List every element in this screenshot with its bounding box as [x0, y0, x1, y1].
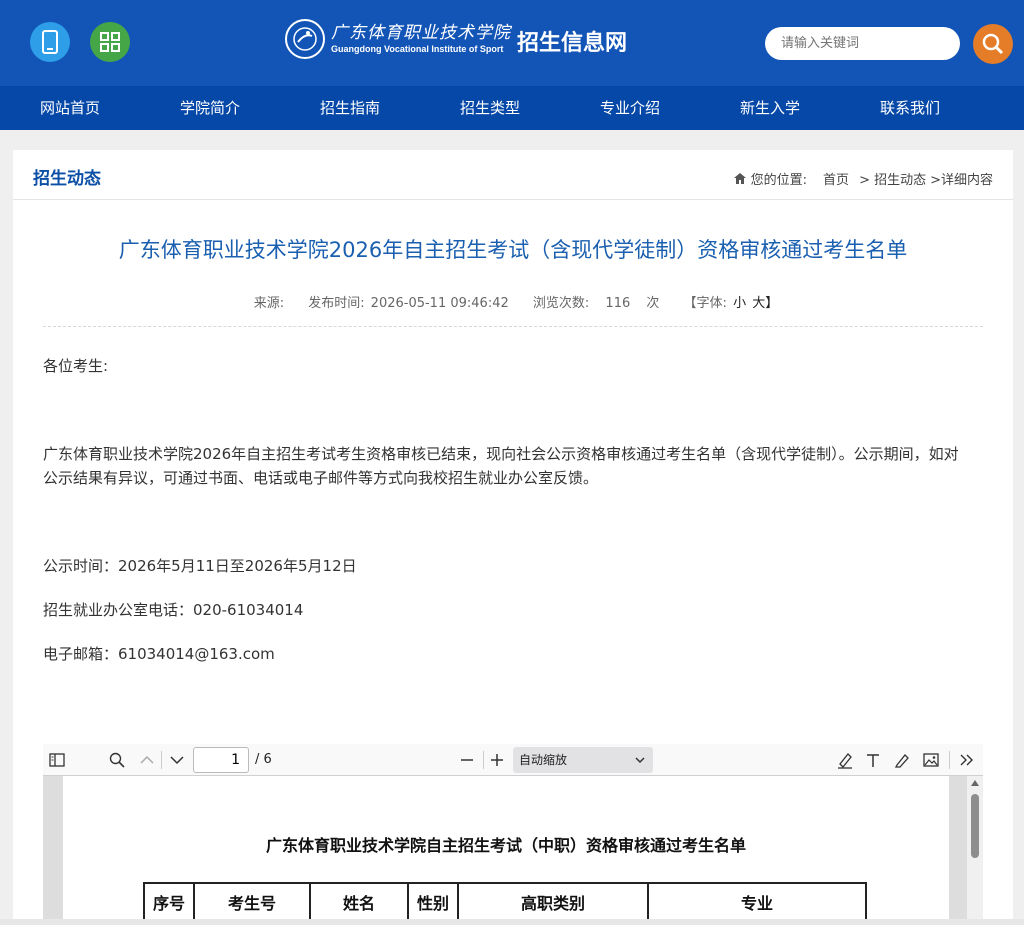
draw-icon[interactable] — [892, 750, 912, 770]
pdf-document-title: 广东体育职业技术学院自主招生考试（中职）资格审核通过考生名单 — [265, 836, 746, 855]
office-email: 电子邮箱：61034014@163.com — [43, 645, 275, 663]
views-label: 浏览次数: — [532, 296, 590, 311]
pdf-table: 序号 考生号 姓名 性别 高职类别 专业 — [143, 882, 867, 922]
scrollbar-thumb[interactable] — [971, 794, 979, 858]
zoom-select[interactable]: 自动缩放 — [513, 747, 653, 773]
column-header: 专业 — [647, 882, 867, 922]
app-grid-icon[interactable] — [90, 22, 130, 62]
magnifier-icon — [982, 33, 1004, 55]
zoom-value: 自动缩放 — [519, 753, 568, 767]
page-total: / 6 — [255, 752, 272, 767]
toolbar-separator — [483, 751, 484, 769]
nav-item-about[interactable]: 学院简介 — [140, 86, 280, 130]
breadcrumb: 您的位置: 首页 > 招生动态 >详细内容 — [733, 169, 993, 188]
breadcrumb-detail: >详细内容 — [930, 173, 993, 188]
logo-english-name: Guangdong Vocational Institute of Sport — [331, 44, 504, 54]
article-meta: 来源: 发布时间: 2026-05-11 09:46:42 浏览次数: 116 次… — [13, 292, 1013, 311]
pdf-toolbar: / 6 自动缩放 — [43, 744, 983, 776]
page-number-input[interactable] — [193, 747, 249, 773]
card-header: 招生动态 您的位置: 首页 > 招生动态 >详细内容 — [13, 150, 1013, 200]
chevron-down-icon — [635, 757, 645, 764]
nav-item-freshmen[interactable]: 新生入学 — [700, 86, 840, 130]
pdf-page: 广东体育职业技术学院自主招生考试（中职）资格审核通过考生名单 序号 考生号 姓名… — [63, 776, 949, 925]
pdf-scrollbar[interactable] — [967, 776, 983, 925]
search-button[interactable] — [973, 24, 1013, 64]
nav-item-home[interactable]: 网站首页 — [0, 86, 140, 130]
search-input[interactable] — [765, 27, 960, 60]
emblem-icon — [285, 19, 325, 59]
publicity-period: 公示时间：2026年5月11日至2026年5月12日 — [43, 557, 357, 575]
next-page-icon[interactable] — [167, 750, 187, 770]
publish-time: 2026-05-11 09:46:42 — [370, 296, 509, 311]
column-header: 性别 — [407, 882, 459, 922]
pdf-viewer: / 6 自动缩放 — [43, 744, 983, 925]
publish-label: 发布时间: — [308, 296, 365, 311]
article-card: 招生动态 您的位置: 首页 > 招生动态 >详细内容 广东体育职业技术学院202… — [13, 150, 1013, 925]
site-title: 招生信息网 — [517, 31, 628, 56]
highlight-icon[interactable] — [835, 750, 855, 770]
zoom-in-icon[interactable] — [487, 750, 507, 770]
column-header: 考生号 — [193, 882, 311, 922]
text-tool-icon[interactable] — [863, 750, 883, 770]
views-unit: 次 — [646, 296, 660, 311]
home-icon — [733, 173, 746, 184]
mobile-icon[interactable] — [30, 22, 70, 62]
article-title: 广东体育职业技术学院2026年自主招生考试（含现代学徒制）资格审核通过考生名单 — [118, 238, 908, 262]
toolbar-separator — [161, 751, 162, 769]
window-bottom-edge — [0, 919, 1024, 925]
toolbar-separator — [949, 751, 950, 769]
site-header: 广东体育职业技术学院 Guangdong Vocational Institut… — [0, 0, 1024, 86]
image-tool-icon[interactable] — [921, 750, 941, 770]
column-header: 高职类别 — [457, 882, 649, 922]
column-header: 序号 — [143, 882, 195, 922]
font-small-button[interactable]: 小 — [733, 296, 746, 311]
breadcrumb-label: 您的位置: — [750, 173, 808, 188]
breadcrumb-home[interactable]: 首页 — [823, 169, 849, 188]
zoom-out-icon[interactable] — [457, 750, 477, 770]
table-header-row: 序号 考生号 姓名 性别 高职类别 专业 — [143, 882, 867, 922]
previous-page-icon[interactable] — [137, 750, 157, 770]
divider — [43, 326, 983, 327]
views-count: 116 — [605, 296, 631, 311]
site-logo[interactable]: 广东体育职业技术学院 Guangdong Vocational Institut… — [285, 16, 627, 62]
section-title: 招生动态 — [33, 169, 101, 189]
sidebar-toggle-icon[interactable] — [47, 750, 67, 770]
nav-item-guide[interactable]: 招生指南 — [280, 86, 420, 130]
logo-chinese-name: 广东体育职业技术学院 — [331, 23, 511, 43]
breadcrumb-news[interactable]: > 招生动态 — [859, 169, 926, 188]
font-size-label: 【字体: — [683, 296, 727, 311]
source-label: 来源: — [253, 296, 285, 311]
greeting: 各位考生: — [43, 357, 109, 375]
scroll-up-icon[interactable] — [971, 780, 979, 786]
column-header: 姓名 — [309, 882, 409, 922]
main-nav: 网站首页 学院简介 招生指南 招生类型 专业介绍 新生入学 联系我们 — [0, 86, 1024, 130]
find-icon[interactable] — [107, 750, 127, 770]
nav-item-contact[interactable]: 联系我们 — [840, 86, 980, 130]
font-big-button[interactable]: 大】 — [752, 296, 778, 311]
office-phone: 招生就业办公室电话：020-61034014 — [43, 601, 304, 619]
nav-item-types[interactable]: 招生类型 — [420, 86, 560, 130]
more-tools-icon[interactable] — [957, 750, 977, 770]
article-body: 广东体育职业技术学院2026年自主招生考试考生资格审核已结束，现向社会公示资格审… — [43, 445, 959, 487]
nav-item-majors[interactable]: 专业介绍 — [560, 86, 700, 130]
